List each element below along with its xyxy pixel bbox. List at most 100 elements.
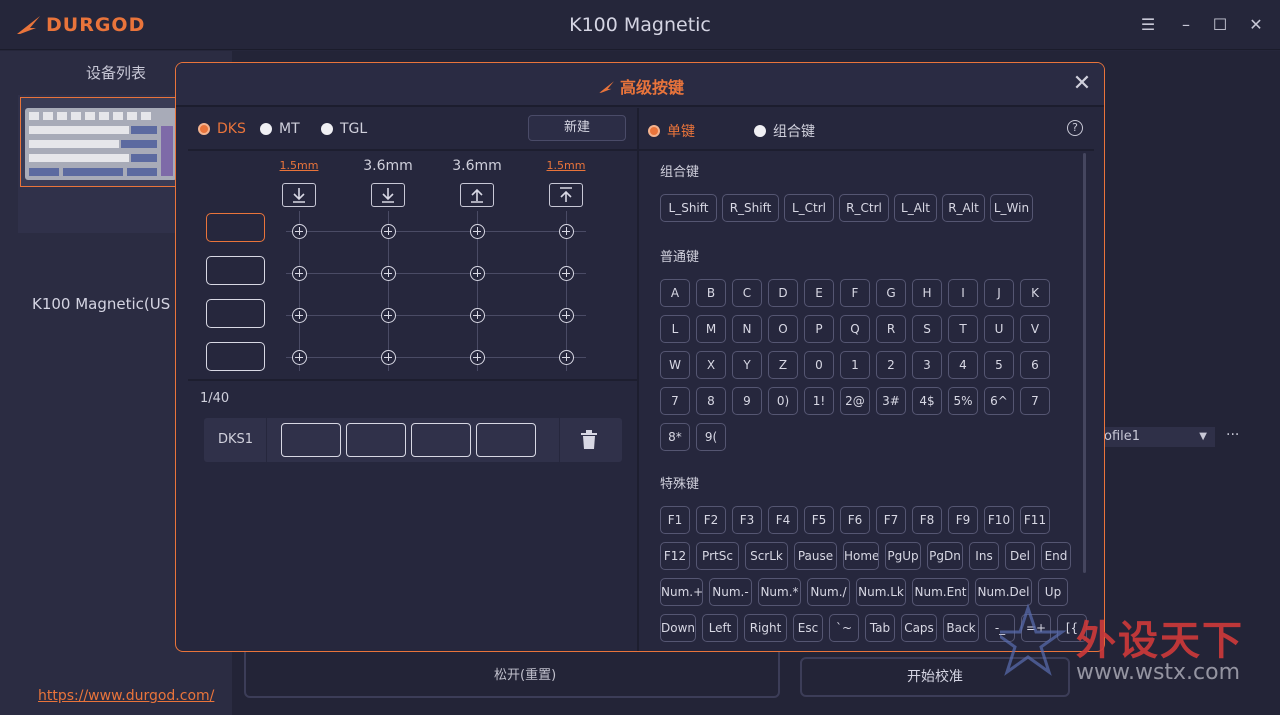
key-button[interactable]: W <box>660 351 690 379</box>
maximize-icon[interactable]: ☐ <box>1209 14 1231 36</box>
key-button[interactable]: A <box>660 279 690 307</box>
key-button[interactable]: L_Ctrl <box>784 194 834 222</box>
key-button[interactable]: H <box>912 279 942 307</box>
add-action-icon[interactable] <box>470 224 485 239</box>
key-button[interactable]: F3 <box>732 506 762 534</box>
key-button[interactable]: 5 <box>984 351 1014 379</box>
key-button[interactable]: PgUp <box>885 542 921 570</box>
add-action-icon[interactable] <box>559 350 574 365</box>
key-button[interactable]: Num.- <box>709 578 752 606</box>
key-button[interactable]: F9 <box>948 506 978 534</box>
add-action-icon[interactable] <box>559 308 574 323</box>
key-button[interactable]: R <box>876 315 906 343</box>
key-button[interactable]: L <box>660 315 690 343</box>
key-button[interactable]: 6^ <box>984 387 1014 415</box>
key-button[interactable]: Num.* <box>758 578 801 606</box>
menu-icon[interactable]: ☰ <box>1137 14 1159 36</box>
key-button[interactable]: PgDn <box>927 542 963 570</box>
key-button[interactable]: 9( <box>696 423 726 451</box>
new-button[interactable]: 新建 <box>528 115 626 141</box>
add-action-icon[interactable] <box>559 266 574 281</box>
add-action-icon[interactable] <box>292 224 307 239</box>
dks-key-slot[interactable] <box>476 423 536 457</box>
add-action-icon[interactable] <box>559 224 574 239</box>
key-button[interactable]: Esc <box>793 614 823 642</box>
key-list-scrollbar[interactable] <box>1083 153 1086 573</box>
key-button[interactable]: M <box>696 315 726 343</box>
close-window-icon[interactable]: ✕ <box>1245 14 1267 36</box>
key-button[interactable]: R_Shift <box>722 194 779 222</box>
key-button[interactable]: Num.Ent <box>912 578 969 606</box>
key-button[interactable]: S <box>912 315 942 343</box>
key-slot-3[interactable] <box>206 299 265 328</box>
key-button[interactable]: J <box>984 279 1014 307</box>
key-button[interactable]: D <box>768 279 798 307</box>
start-calibration-button[interactable]: 开始校准 <box>800 657 1070 697</box>
key-button[interactable]: Ins <box>969 542 999 570</box>
minimize-icon[interactable]: – <box>1175 14 1197 36</box>
key-button[interactable]: E <box>804 279 834 307</box>
key-button[interactable]: F10 <box>984 506 1014 534</box>
key-button[interactable]: 1 <box>840 351 870 379</box>
add-action-icon[interactable] <box>470 266 485 281</box>
key-button[interactable]: Down <box>660 614 696 642</box>
key-button[interactable]: L_Alt <box>894 194 937 222</box>
key-button[interactable]: F <box>840 279 870 307</box>
column-label[interactable]: 1.5mm <box>536 159 596 172</box>
key-button[interactable]: L_Win <box>990 194 1033 222</box>
help-icon[interactable]: ? <box>1067 120 1083 136</box>
website-link[interactable]: https://www.durgod.com/ <box>38 688 214 704</box>
key-button[interactable]: 3# <box>876 387 906 415</box>
key-button[interactable]: 7 <box>1020 387 1050 415</box>
dks-key-slot[interactable] <box>411 423 471 457</box>
add-action-icon[interactable] <box>381 224 396 239</box>
key-button[interactable]: Tab <box>865 614 895 642</box>
mode-radio-tgl[interactable]: TGL <box>321 121 367 137</box>
key-button[interactable]: Right <box>744 614 787 642</box>
key-button[interactable]: 4 <box>948 351 978 379</box>
key-button[interactable]: F6 <box>840 506 870 534</box>
key-button[interactable]: N <box>732 315 762 343</box>
key-button[interactable]: -_ <box>985 614 1015 642</box>
add-action-icon[interactable] <box>292 266 307 281</box>
dks-key-slot[interactable] <box>281 423 341 457</box>
key-button[interactable]: Num.Del <box>975 578 1032 606</box>
key-button[interactable]: K <box>1020 279 1050 307</box>
key-button[interactable]: F4 <box>768 506 798 534</box>
key-type-radio-single[interactable]: 单键 <box>648 121 695 141</box>
key-slot-2[interactable] <box>206 256 265 285</box>
key-button[interactable]: =+ <box>1021 614 1051 642</box>
key-slot-1[interactable] <box>206 213 265 242</box>
key-button[interactable]: 7 <box>660 387 690 415</box>
key-button[interactable]: 8* <box>660 423 690 451</box>
key-slot-4[interactable] <box>206 342 265 371</box>
key-button[interactable]: Left <box>702 614 738 642</box>
key-button[interactable]: 8 <box>696 387 726 415</box>
key-button[interactable]: L_Shift <box>660 194 717 222</box>
key-button[interactable]: `~ <box>829 614 859 642</box>
key-button[interactable]: 4$ <box>912 387 942 415</box>
key-button[interactable]: T <box>948 315 978 343</box>
add-action-icon[interactable] <box>381 308 396 323</box>
key-button[interactable]: PrtSc <box>696 542 739 570</box>
key-button[interactable]: End <box>1041 542 1071 570</box>
key-button[interactable]: F2 <box>696 506 726 534</box>
key-button[interactable]: Num.Lk <box>856 578 906 606</box>
key-button[interactable]: Caps <box>901 614 937 642</box>
key-button[interactable]: 5% <box>948 387 978 415</box>
profile-more-button[interactable]: ··· <box>1226 427 1239 443</box>
key-button[interactable]: Num./ <box>807 578 850 606</box>
key-button[interactable]: 2@ <box>840 387 870 415</box>
add-action-icon[interactable] <box>292 308 307 323</box>
key-button[interactable]: F12 <box>660 542 690 570</box>
key-button[interactable]: 0 <box>804 351 834 379</box>
key-button[interactable]: F11 <box>1020 506 1050 534</box>
key-button[interactable]: G <box>876 279 906 307</box>
key-button[interactable]: Pause <box>794 542 837 570</box>
key-button[interactable]: X <box>696 351 726 379</box>
key-button[interactable]: 9 <box>732 387 762 415</box>
key-button[interactable]: Q <box>840 315 870 343</box>
dks-entry-row[interactable]: DKS1 <box>204 418 622 462</box>
add-action-icon[interactable] <box>470 350 485 365</box>
key-button[interactable]: 3 <box>912 351 942 379</box>
